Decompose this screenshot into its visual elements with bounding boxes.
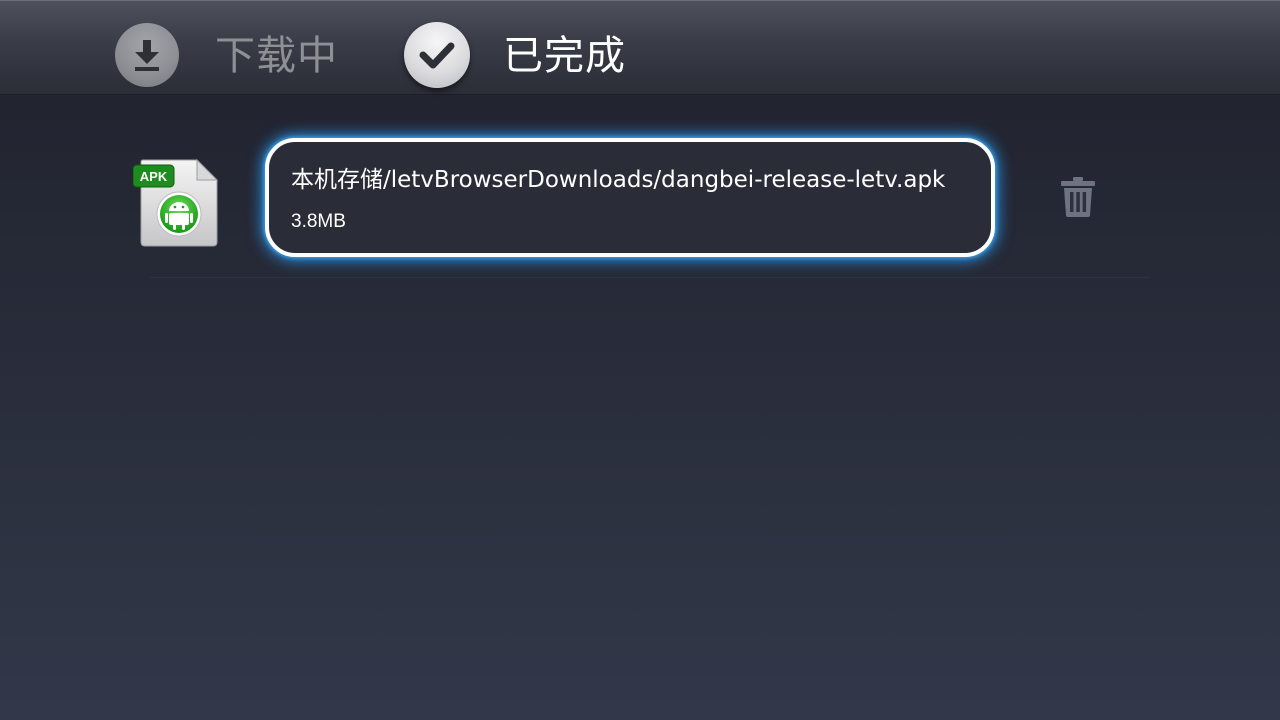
trash-icon[interactable] [1060,177,1096,217]
row-divider [150,277,1150,278]
file-path: 本机存储/letvBrowserDownloads/dangbei-releas… [291,167,946,193]
download-icon [115,23,179,87]
tab-completed-label: 已完成 [503,33,626,79]
download-item-card[interactable]: 本机存储/letvBrowserDownloads/dangbei-releas… [265,138,995,257]
check-icon [404,22,470,88]
tab-completed[interactable]: 已完成 [404,1,644,96]
apk-badge: APK [140,169,168,184]
tab-downloading[interactable]: 下载中 [115,1,355,96]
apk-android-icon: APK [132,158,219,248]
file-size: 3.8MB [291,211,346,232]
tab-downloading-label: 下载中 [215,33,338,79]
tab-bar: 下载中 已完成 [0,0,1280,95]
